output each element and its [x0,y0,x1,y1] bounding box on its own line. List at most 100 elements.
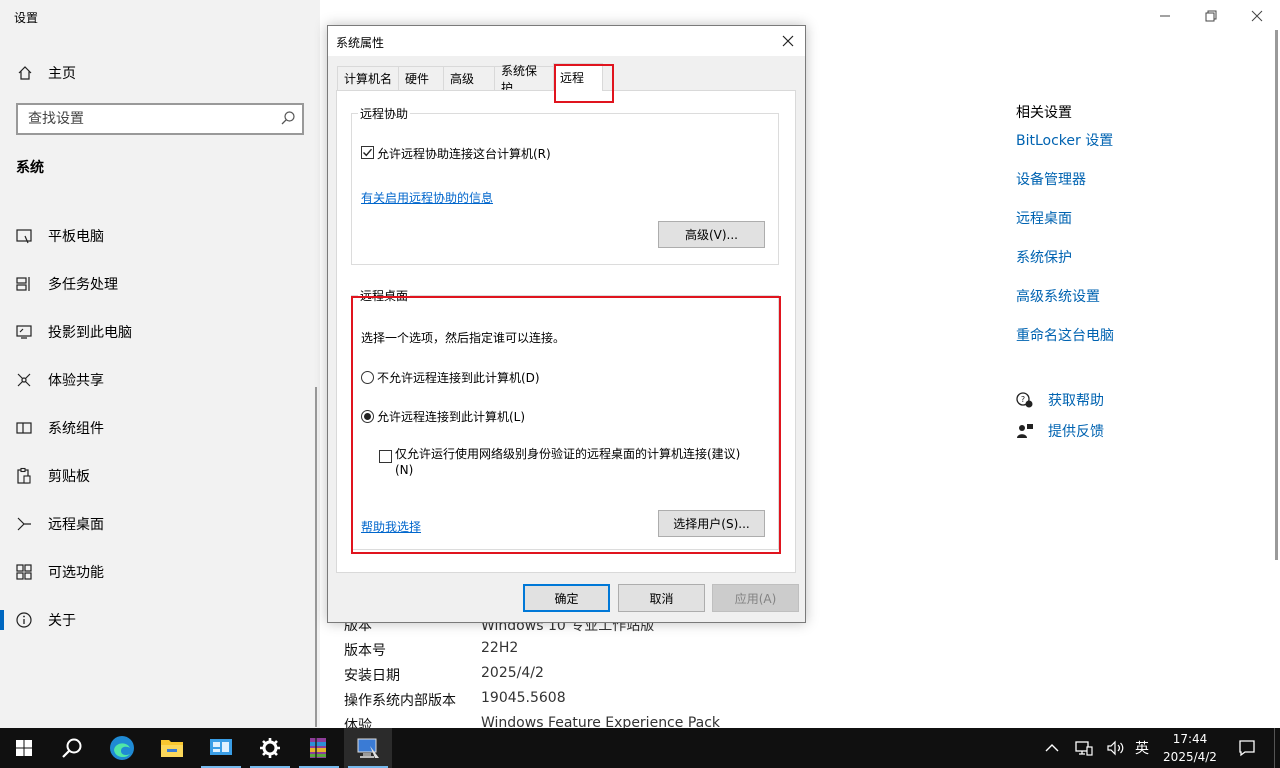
radio-allow-remote[interactable]: 允许远程连接到此计算机(L) [361,408,525,425]
gear-icon [260,738,280,758]
close-icon [782,35,794,47]
search-box[interactable] [16,103,304,135]
help-me-choose-link[interactable]: 帮助我选择 [361,518,421,535]
taskbar-file-explorer[interactable] [148,728,196,768]
help-chat-icon: ? [1016,391,1034,409]
spec-value: 19045.5608 [481,690,566,706]
spec-key: 体验 [344,718,372,728]
clipboard-icon [14,466,34,486]
sidebar-item-remote-desktop[interactable]: 远程桌面 [0,504,320,544]
ok-button[interactable]: 确定 [523,584,610,612]
spec-key: 安装日期 [344,668,400,684]
taskbar-clock[interactable]: 17:44 2025/4/2 [1158,730,1222,766]
link-remote-desktop[interactable]: 远程桌面 [1016,208,1072,228]
restore-icon [1205,10,1217,22]
remote-tab-panel: 远程协助 允许远程协助连接这台计算机(R) 有关启用远程协助的信息 高级(V).… [336,90,796,573]
dialog-titlebar[interactable]: 系统属性 [328,26,805,56]
sidebar-item-optional-features[interactable]: 可选功能 [0,552,320,592]
tab-advanced[interactable]: 高级 [443,66,495,90]
select-users-button[interactable]: 选择用户(S)... [658,510,765,537]
sidebar-item-label: 平板电脑 [48,229,104,245]
network-tray-button[interactable] [1072,728,1096,768]
sidebar-item-multitask[interactable]: 多任务处理 [0,264,320,304]
nla-only-checkbox[interactable]: 仅允许运行使用网络级别身份验证的远程桌面的计算机连接(建议) (N) [379,446,779,478]
speaker-icon [1107,740,1124,756]
spec-row-experience: 体验 Windows Feature Experience Pack [344,715,720,728]
share-icon [14,370,34,390]
taskbar-system-properties[interactable] [344,728,392,768]
checkbox-box[interactable] [361,146,374,159]
get-help-link[interactable]: ? 获取帮助 [1016,389,1104,411]
cancel-button[interactable]: 取消 [618,584,705,612]
volume-tray-button[interactable] [1104,728,1128,768]
tablet-icon [14,226,34,246]
ime-indicator[interactable]: 英 [1130,728,1154,768]
taskbar-settings[interactable] [246,728,294,768]
sidebar-item-label: 体验共享 [48,373,104,389]
apply-button[interactable]: 应用(A) [712,584,799,612]
taskbar-winrar[interactable] [295,728,343,768]
tab-computer-name[interactable]: 计算机名 [337,66,399,90]
taskbar-edge[interactable] [98,728,146,768]
close-button[interactable] [1234,4,1280,28]
home-icon [16,64,34,82]
sidebar-item-components[interactable]: 系统组件 [0,408,320,448]
advanced-button[interactable]: 高级(V)... [658,221,765,248]
sidebar-item-label: 远程桌面 [48,517,104,533]
radio-circle[interactable] [361,371,374,384]
tab-remote[interactable]: 远程 [553,63,603,91]
tab-system-protection[interactable]: 系统保护 [494,64,554,95]
link-advanced-system-settings[interactable]: 高级系统设置 [1016,286,1100,306]
allow-remote-assistance-checkbox[interactable]: 允许远程协助连接这台计算机(R) [361,145,551,162]
spec-key: 操作系统内部版本 [344,693,456,709]
sidebar-item-about[interactable]: 关于 [0,600,320,640]
remote-desktop-instruction: 选择一个选项，然后指定谁可以连接。 [361,331,566,345]
tab-hardware[interactable]: 硬件 [398,66,444,90]
dialog-close-button[interactable] [775,29,801,53]
link-bitlocker[interactable]: BitLocker 设置 [1016,130,1113,150]
computer-icon [357,738,379,758]
minimize-button[interactable] [1142,4,1188,28]
search-icon [280,110,296,130]
spec-key: 版本号 [344,643,386,659]
sidebar-item-share[interactable]: 体验共享 [0,360,320,400]
edge-icon [110,736,134,760]
sidebar-item-tablet[interactable]: 平板电脑 [0,216,320,256]
notification-center-button[interactable] [1234,728,1260,768]
project-icon [14,322,34,342]
optional-features-icon [14,562,34,582]
link-system-protection[interactable]: 系统保护 [1016,247,1072,267]
spec-value: 22H2 [481,640,519,656]
main-scrollbar[interactable] [1275,30,1278,560]
taskbar: 英 17:44 2025/4/2 [0,728,1280,768]
sidebar-item-label: 关于 [48,613,76,629]
folder-icon [161,740,183,757]
radio-circle[interactable] [361,410,374,423]
archive-icon [310,738,326,758]
search-input[interactable] [18,105,268,133]
taskbar-search-button[interactable] [48,728,96,768]
checkbox-box[interactable] [379,450,392,463]
link-rename-pc[interactable]: 重命名这台电脑 [1016,325,1114,345]
restore-button[interactable] [1188,4,1234,28]
start-button[interactable] [0,728,48,768]
sidebar-item-clipboard[interactable]: 剪贴板 [0,456,320,496]
nla-label-line1: 仅允许运行使用网络级别身份验证的远程桌面的计算机连接(建议) [395,447,741,461]
app-title: 设置 [14,11,39,25]
show-hidden-icons-button[interactable] [1040,728,1064,768]
spec-value: Windows Feature Experience Pack [481,715,721,728]
radio-deny-remote[interactable]: 不允许远程连接到此计算机(D) [361,369,540,386]
link-device-manager[interactable]: 设备管理器 [1016,169,1086,189]
sidebar-scrollbar[interactable] [315,387,317,727]
network-icon [1075,741,1093,756]
sidebar-item-label: 剪贴板 [48,469,90,485]
control-panel-icon [210,739,232,755]
nav-home[interactable]: 主页 [0,58,320,88]
chevron-up-icon [1045,744,1059,752]
sidebar-item-project[interactable]: 投影到此电脑 [0,312,320,352]
feedback-link[interactable]: 提供反馈 [1016,420,1104,442]
sidebar-item-label: 可选功能 [48,565,104,581]
show-desktop-divider[interactable] [1274,728,1275,768]
taskbar-control-panel[interactable] [197,728,245,768]
remote-assistance-info-link[interactable]: 有关启用远程协助的信息 [361,189,493,206]
